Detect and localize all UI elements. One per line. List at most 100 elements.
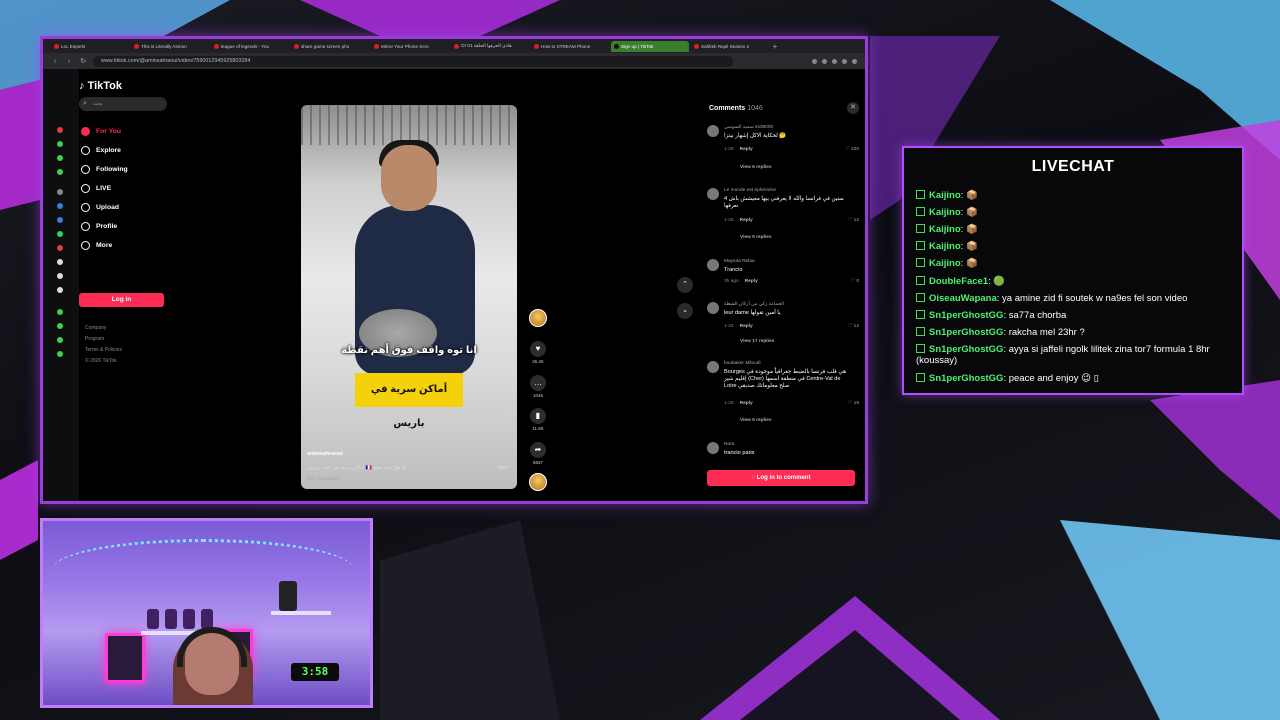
comment-likes[interactable]: ♡ 0 — [851, 279, 859, 284]
sidebar-app-icon[interactable] — [57, 169, 63, 175]
back-arrow-icon[interactable]: ‹ — [51, 58, 59, 65]
sidebar-app-icon[interactable] — [57, 273, 63, 279]
close-icon[interactable]: ✕ — [847, 102, 859, 114]
share-action[interactable]: ➦ 6837 — [529, 442, 547, 465]
url-field[interactable]: www.tiktok.com/@aminsahraoui/video/75900… — [93, 55, 733, 67]
comment-likes[interactable]: ♡ 12 — [848, 218, 859, 223]
comment-action[interactable]: … 1046 — [529, 375, 547, 398]
browser-tab[interactable]: How to STREAM Phone — [531, 41, 609, 52]
view-replies[interactable]: View 5 replies — [740, 235, 772, 240]
caption-more-link[interactable]: more — [498, 465, 509, 471]
sidebar-app-icon[interactable] — [57, 155, 63, 161]
browser-tab[interactable]: LoL Esports — [51, 41, 129, 52]
sidebar-app-icon[interactable] — [57, 309, 63, 315]
comment-user[interactable]: Maysaa Rebai — [724, 259, 755, 264]
save-count: 11.8K — [532, 426, 544, 431]
sidebar-app-icon[interactable] — [57, 189, 63, 195]
view-replies[interactable]: View 5 replies — [740, 418, 772, 423]
forward-arrow-icon[interactable]: › — [65, 58, 73, 65]
comment-text: trancio paris — [724, 450, 755, 456]
browser-tab[interactable]: Or هاذي الحرقها الحلقة 01 — [451, 41, 529, 52]
avatar[interactable] — [707, 361, 719, 373]
browser-tab[interactable]: share game screen pho — [291, 41, 369, 52]
comment-user[interactable]: سمية السوسي ss39000 — [724, 125, 773, 130]
like-action[interactable]: ♥ 36.4K — [529, 341, 547, 364]
login-to-comment-button[interactable]: ◌ Log in to comment — [707, 470, 855, 486]
next-video-button[interactable]: ⌄ — [677, 303, 693, 319]
sidebar-app-icon[interactable] — [57, 141, 63, 147]
nav-for-you[interactable]: For You — [81, 127, 121, 136]
sidebar-app-icon[interactable] — [57, 259, 63, 265]
comment-icon: … — [530, 375, 546, 391]
save-action[interactable]: ▮ 11.8K — [529, 408, 547, 431]
tiktok-logo[interactable]: ♪ TikTok — [79, 80, 122, 92]
comment-likes[interactable]: ♡ 12 — [848, 324, 859, 329]
previous-video-button[interactable]: ⌃ — [677, 277, 693, 293]
new-tab-plus-icon[interactable]: + — [771, 42, 779, 51]
reply-button[interactable]: Reply — [740, 218, 753, 223]
sidebar-app-icon[interactable] — [57, 337, 63, 343]
tiktok-logo-icon: ♪ — [79, 80, 85, 92]
comment-user[interactable]: Nora — [724, 442, 734, 447]
reload-icon[interactable]: ↻ — [79, 57, 87, 65]
avatar[interactable] — [707, 259, 719, 271]
extension-icon[interactable] — [832, 58, 837, 64]
nav-profile[interactable]: Profile — [81, 222, 117, 231]
browser-tab[interactable]: This is Literally Asmon — [131, 41, 209, 52]
comment-likes[interactable]: ♡ 220 — [845, 147, 859, 152]
sidebar-app-icon[interactable] — [57, 127, 63, 133]
extension-icon[interactable] — [852, 58, 857, 64]
reply-button[interactable]: Reply — [745, 279, 758, 284]
tiktok-sidebar: ♪ TikTok ⌕ بحث For You Explore Following … — [79, 69, 199, 501]
avatar[interactable] — [707, 302, 719, 314]
comment-user[interactable]: boubaker Miloudi — [724, 361, 761, 366]
sidebar-app-icon[interactable] — [57, 245, 63, 251]
video-player[interactable]: انا توه واقف فوق أهم نقطة أماكن سرية في … — [301, 105, 517, 489]
view-replies[interactable]: View 6 replies — [740, 165, 772, 170]
comment-user[interactable]: الحمامة زكي من أركان الشطة — [724, 302, 784, 307]
video-author[interactable]: aminsahraoui — [307, 451, 343, 457]
footer-link[interactable]: Terms & Policies — [85, 347, 122, 353]
browser-tab[interactable]: league of legends - You — [211, 41, 289, 52]
nav-following[interactable]: Following — [81, 165, 128, 174]
comment-meta: 1-24 Reply — [724, 324, 753, 329]
reply-button[interactable]: Reply — [740, 147, 753, 152]
creator-avatar[interactable] — [529, 309, 547, 327]
footer-link[interactable]: Program — [85, 336, 104, 342]
favicon-icon — [454, 43, 459, 49]
extension-icon[interactable] — [812, 58, 817, 64]
browser-tab-active[interactable]: Sign up | TikTok — [611, 40, 689, 52]
login-button[interactable]: Log in — [79, 293, 164, 307]
sidebar-app-icon[interactable] — [57, 217, 63, 223]
search-input[interactable]: ⌕ بحث — [79, 97, 167, 111]
view-replies[interactable]: View 17 replies — [740, 339, 774, 344]
sidebar-app-icon[interactable] — [57, 351, 63, 357]
comment-text: 4 سنين في فرانسا والله لا يعرفني بيها مع… — [724, 196, 844, 209]
comment-likes[interactable]: ♡ 18 — [848, 401, 859, 406]
sidebar-app-icon[interactable] — [57, 323, 63, 329]
see-translation-link[interactable]: See translation — [307, 476, 340, 482]
avatar[interactable] — [707, 188, 719, 200]
browser-tab[interactable]: Mirror Your Phone Scre — [371, 41, 449, 52]
reply-button[interactable]: Reply — [740, 324, 753, 329]
sidebar-app-icon[interactable] — [57, 231, 63, 237]
reply-button[interactable]: Reply — [740, 401, 753, 406]
music-disc[interactable] — [529, 473, 547, 491]
browser-tab[interactable]: Sahbek Rajel Season 2 — [691, 41, 769, 52]
avatar[interactable] — [707, 442, 719, 454]
comment-user[interactable]: Le monde est éphémère — [724, 188, 776, 193]
avatar[interactable] — [707, 125, 719, 137]
nav-more[interactable]: More — [81, 241, 112, 250]
nav-live[interactable]: LIVE — [81, 184, 111, 193]
footer-link[interactable]: Company — [85, 325, 106, 331]
nav-explore[interactable]: Explore — [81, 146, 121, 155]
extension-icon[interactable] — [822, 58, 827, 64]
sidebar-app-icon[interactable] — [57, 203, 63, 209]
nav-upload[interactable]: Upload — [81, 203, 119, 212]
extension-icon[interactable] — [842, 58, 847, 64]
profile-icon — [81, 222, 90, 231]
sidebar-app-icon[interactable] — [57, 287, 63, 293]
chat-text: peace and enjoy 😉 ▯ — [1008, 373, 1099, 384]
speaker — [279, 581, 297, 611]
chat-message: Sn1perGhostGG: ayya si jaffeli ngolk lil… — [916, 344, 1210, 366]
